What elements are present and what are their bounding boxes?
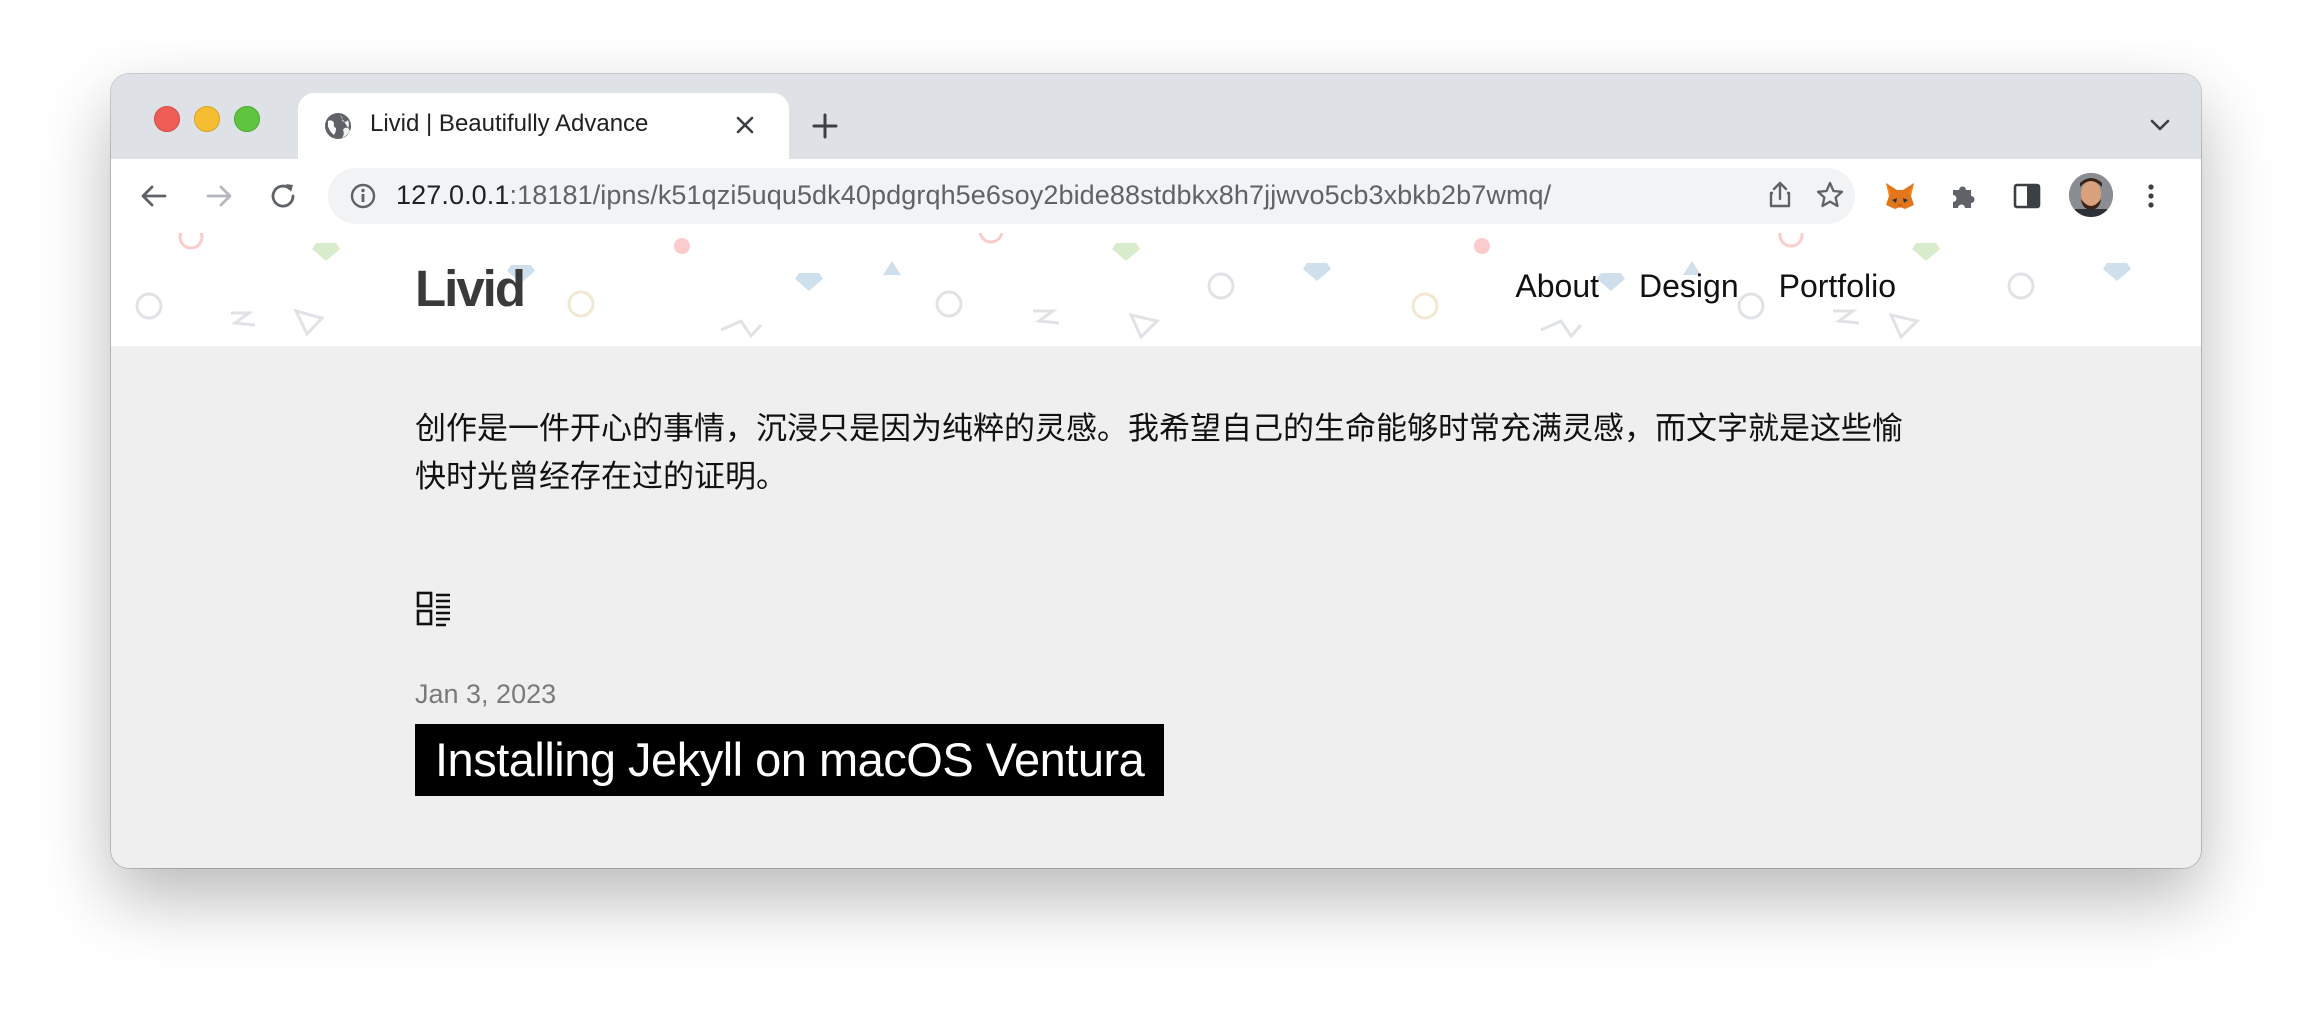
nav-about-link[interactable]: About xyxy=(1515,268,1599,305)
tab-active[interactable]: Livid | Beautifully Advance xyxy=(298,93,789,159)
fox-extension-icon[interactable] xyxy=(1882,178,1918,214)
star-icon[interactable] xyxy=(1814,179,1846,211)
info-icon[interactable] xyxy=(348,181,378,211)
nav-design-link[interactable]: Design xyxy=(1639,268,1739,305)
zoom-window-button[interactable] xyxy=(234,106,260,132)
globe-icon xyxy=(325,113,351,139)
site-logo[interactable]: Livid xyxy=(415,259,526,318)
site-nav: About Design Portfolio xyxy=(1515,268,1896,305)
sidepanel-icon[interactable] xyxy=(2010,179,2044,213)
address-host: 127.0.0.1 xyxy=(396,180,510,210)
nav-portfolio-link[interactable]: Portfolio xyxy=(1779,268,1896,305)
site-header: Livid About Design Portfolio xyxy=(111,233,2201,346)
close-window-button[interactable] xyxy=(154,106,180,132)
share-icon[interactable] xyxy=(1764,179,1796,211)
address-path: :18181/ipns/k51qzi5uqu5dk40pdgrqh5e6soy2… xyxy=(509,180,1552,210)
avatar[interactable] xyxy=(2069,173,2113,217)
minimize-window-button[interactable] xyxy=(194,106,220,132)
chevron-down-icon[interactable] xyxy=(2147,112,2173,138)
address-url[interactable]: 127.0.0.1:18181/ipns/k51qzi5uqu5dk40pdgr… xyxy=(396,180,1551,211)
tab-title: Livid | Beautifully Advance xyxy=(370,110,649,137)
menu-dots-icon[interactable] xyxy=(2134,179,2168,213)
forward-arrow-icon[interactable] xyxy=(202,179,236,213)
reload-icon[interactable] xyxy=(266,179,300,213)
plus-icon[interactable] xyxy=(808,109,842,143)
page-content: Livid About Design Portfolio 创作是一件开心的事情，… xyxy=(111,233,2201,868)
address-bar[interactable]: 127.0.0.1:18181/ipns/k51qzi5uqu5dk40pdgr… xyxy=(328,168,1855,224)
puzzle-icon[interactable] xyxy=(1946,179,1980,213)
browser-window: Livid | Beautifully Advance 127.0.0.1:18… xyxy=(111,74,2201,868)
close-icon[interactable] xyxy=(732,112,758,138)
post-title-link[interactable]: Installing Jekyll on macOS Ventura xyxy=(415,724,1165,796)
tab-strip: Livid | Beautifully Advance xyxy=(111,74,2201,159)
intro-paragraph: 创作是一件开心的事情，沉浸只是因为纯粹的灵感。我希望自己的生命能够时常充满灵感，… xyxy=(415,411,1903,495)
list-view-icon[interactable] xyxy=(415,590,453,628)
post-date: Jan 3, 2023 xyxy=(415,679,557,709)
back-arrow-icon[interactable] xyxy=(137,179,171,213)
browser-toolbar: 127.0.0.1:18181/ipns/k51qzi5uqu5dk40pdgr… xyxy=(111,159,2201,235)
